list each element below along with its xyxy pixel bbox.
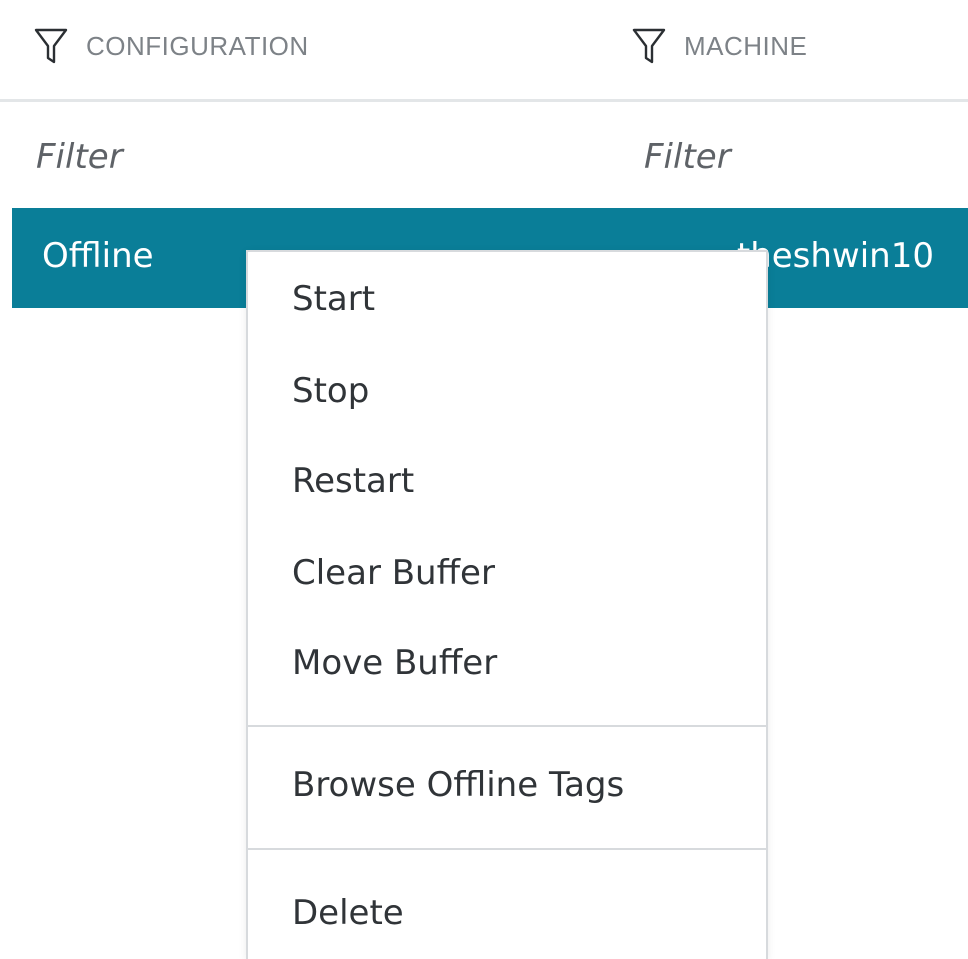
menu-divider (248, 848, 766, 850)
menu-item-browse-offline-tags[interactable]: Browse Offline Tags (248, 742, 766, 828)
column-header-label: MACHINE (684, 30, 808, 61)
context-menu: Start Stop Restart Clear Buffer Move Buf… (246, 250, 768, 959)
machine-filter-input[interactable] (644, 129, 944, 185)
menu-item-delete[interactable]: Delete (248, 870, 766, 956)
menu-item-restart[interactable]: Restart (248, 438, 766, 524)
column-header-machine[interactable]: MACHINE (632, 26, 807, 66)
menu-item-clear-buffer[interactable]: Clear Buffer (248, 530, 766, 616)
column-header-configuration[interactable]: CONFIGURATION (34, 26, 309, 66)
menu-item-start[interactable]: Start (248, 256, 766, 342)
grid-view: CONFIGURATION MACHINE Offline theshwin10… (0, 0, 968, 959)
configuration-filter-input[interactable] (36, 129, 456, 185)
funnel-filter-icon[interactable] (632, 27, 666, 65)
menu-item-stop[interactable]: Stop (248, 348, 766, 434)
menu-item-move-buffer[interactable]: Move Buffer (248, 620, 766, 706)
column-header-label: CONFIGURATION (86, 30, 309, 61)
column-header-row: CONFIGURATION MACHINE (0, 0, 968, 102)
menu-divider (248, 725, 766, 727)
configuration-cell: Offline (42, 236, 154, 276)
filter-row (0, 105, 968, 208)
funnel-filter-icon[interactable] (34, 27, 68, 65)
